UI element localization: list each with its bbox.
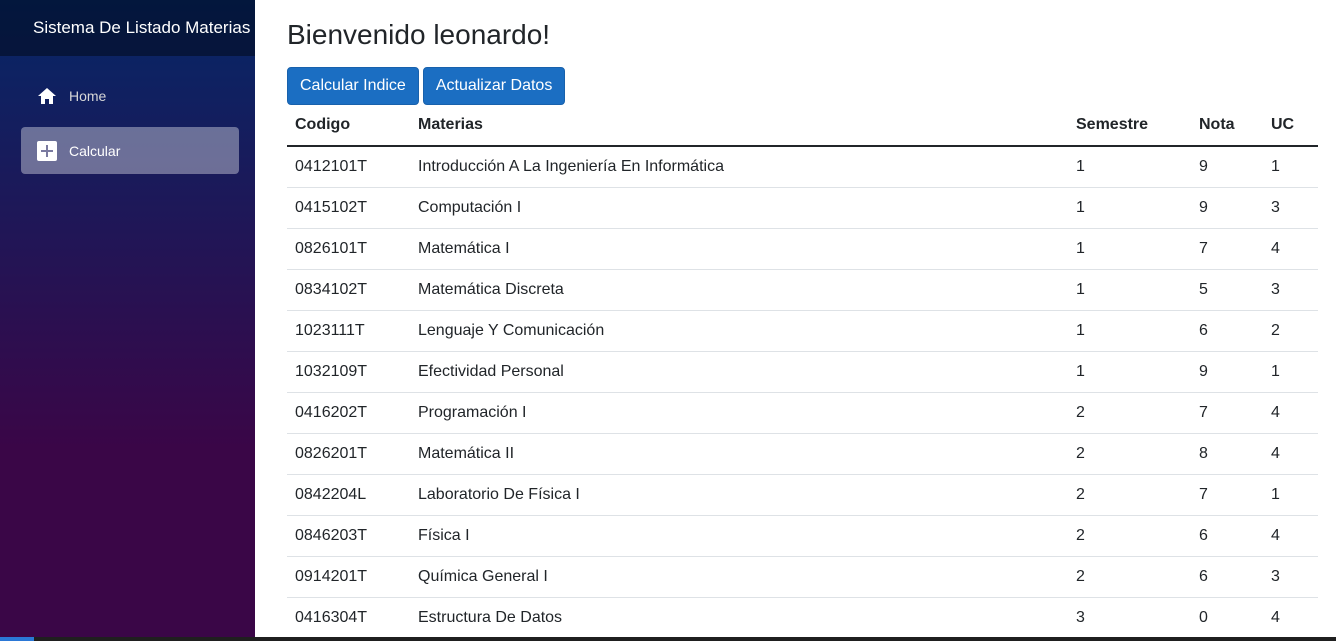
cell-codigo: 1032109T bbox=[287, 351, 410, 393]
table-row: 0834102T Matemática Discreta 1 5 3 bbox=[287, 269, 1318, 311]
cell-uc: 4 bbox=[1263, 392, 1318, 434]
cell-materia: Física I bbox=[410, 515, 1068, 557]
cell-codigo: 0834102T bbox=[287, 269, 410, 311]
table-row: 1023111T Lenguaje Y Comunicación 1 6 2 bbox=[287, 310, 1318, 352]
cell-semestre: 1 bbox=[1068, 187, 1191, 229]
cell-semestre: 3 bbox=[1068, 597, 1191, 639]
column-header-materias: Materias bbox=[410, 105, 1068, 147]
sidebar-item-label: Calcular bbox=[69, 142, 121, 159]
column-header-nota: Nota bbox=[1191, 105, 1263, 147]
cell-uc: 3 bbox=[1263, 556, 1318, 598]
cell-semestre: 1 bbox=[1068, 269, 1191, 311]
column-header-semestre: Semestre bbox=[1068, 105, 1191, 147]
cell-materia: Lenguaje Y Comunicación bbox=[410, 310, 1068, 352]
cell-nota: 9 bbox=[1191, 187, 1263, 229]
cell-codigo: 0415102T bbox=[287, 187, 410, 229]
cell-uc: 3 bbox=[1263, 187, 1318, 229]
table-row: 0914201T Química General I 2 6 3 bbox=[287, 556, 1318, 598]
cell-materia: Introducción A La Ingeniería En Informát… bbox=[410, 146, 1068, 188]
cell-nota: 9 bbox=[1191, 351, 1263, 393]
column-header-codigo: Codigo bbox=[287, 105, 410, 147]
cell-nota: 9 bbox=[1191, 146, 1263, 188]
cell-codigo: 0416202T bbox=[287, 392, 410, 434]
cell-uc: 4 bbox=[1263, 597, 1318, 639]
calcular-indice-button[interactable]: Calcular Indice bbox=[287, 67, 419, 105]
cell-nota: 7 bbox=[1191, 228, 1263, 270]
actualizar-datos-button[interactable]: Actualizar Datos bbox=[422, 67, 566, 105]
cell-uc: 1 bbox=[1263, 351, 1318, 393]
cell-nota: 0 bbox=[1191, 597, 1263, 639]
cell-nota: 6 bbox=[1191, 310, 1263, 352]
materias-table: Codigo Materias Semestre Nota UC 0412101… bbox=[287, 105, 1318, 639]
cell-uc: 1 bbox=[1263, 474, 1318, 516]
main-content: Bienvenido leonardo! Calcular Indice Act… bbox=[255, 0, 1336, 641]
cell-semestre: 2 bbox=[1068, 515, 1191, 557]
cell-nota: 8 bbox=[1191, 433, 1263, 475]
cell-materia: Efectividad Personal bbox=[410, 351, 1068, 393]
cell-codigo: 0412101T bbox=[287, 146, 410, 188]
plus-icon bbox=[37, 140, 57, 161]
table-row: 1032109T Efectividad Personal 1 9 1 bbox=[287, 351, 1318, 393]
sidebar: Sistema De Listado Materias Home Calcula… bbox=[0, 0, 255, 641]
cell-uc: 1 bbox=[1263, 146, 1318, 188]
table-row: 0416304T Estructura De Datos 3 0 4 bbox=[287, 597, 1318, 639]
cell-semestre: 1 bbox=[1068, 310, 1191, 352]
cell-nota: 6 bbox=[1191, 556, 1263, 598]
cell-uc: 4 bbox=[1263, 228, 1318, 270]
cell-codigo: 0914201T bbox=[287, 556, 410, 598]
cell-materia: Programación I bbox=[410, 392, 1068, 434]
cell-materia: Estructura De Datos bbox=[410, 597, 1068, 639]
table-row: 0416202T Programación I 2 7 4 bbox=[287, 392, 1318, 434]
sidebar-item-calcular[interactable]: Calcular bbox=[21, 127, 239, 174]
table-row: 0826201T Matemática II 2 8 4 bbox=[287, 433, 1318, 475]
cell-semestre: 1 bbox=[1068, 146, 1191, 188]
cell-codigo: 0826201T bbox=[287, 433, 410, 475]
table-header-row: Codigo Materias Semestre Nota UC bbox=[287, 105, 1318, 147]
sidebar-nav: Home Calcular bbox=[0, 56, 255, 174]
cell-codigo: 1023111T bbox=[287, 310, 410, 352]
cell-uc: 2 bbox=[1263, 310, 1318, 352]
sidebar-item-label: Home bbox=[69, 87, 107, 104]
cell-uc: 4 bbox=[1263, 433, 1318, 475]
column-header-uc: UC bbox=[1263, 105, 1318, 147]
app-window: Sistema De Listado Materias Home Calcula… bbox=[0, 0, 1336, 641]
cell-nota: 7 bbox=[1191, 392, 1263, 434]
table-row: 0826101T Matemática I 1 7 4 bbox=[287, 228, 1318, 270]
table-row: 0412101T Introducción A La Ingeniería En… bbox=[287, 146, 1318, 188]
cell-nota: 7 bbox=[1191, 474, 1263, 516]
cell-nota: 6 bbox=[1191, 515, 1263, 557]
cell-materia: Matemática Discreta bbox=[410, 269, 1068, 311]
cell-semestre: 2 bbox=[1068, 474, 1191, 516]
cell-materia: Matemática II bbox=[410, 433, 1068, 475]
cell-uc: 3 bbox=[1263, 269, 1318, 311]
taskbar-start-accent bbox=[0, 637, 34, 641]
cell-nota: 5 bbox=[1191, 269, 1263, 311]
cell-semestre: 2 bbox=[1068, 392, 1191, 434]
cell-semestre: 2 bbox=[1068, 433, 1191, 475]
cell-materia: Laboratorio De Física I bbox=[410, 474, 1068, 516]
cell-semestre: 1 bbox=[1068, 228, 1191, 270]
brand-title[interactable]: Sistema De Listado Materias bbox=[33, 18, 250, 38]
cell-uc: 4 bbox=[1263, 515, 1318, 557]
cell-materia: Matemática I bbox=[410, 228, 1068, 270]
cell-codigo: 0416304T bbox=[287, 597, 410, 639]
brand-bar: Sistema De Listado Materias bbox=[0, 0, 255, 56]
sidebar-item-home[interactable]: Home bbox=[21, 72, 239, 119]
home-icon bbox=[37, 86, 57, 106]
cell-codigo: 0826101T bbox=[287, 228, 410, 270]
table-row: 0846203T Física I 2 6 4 bbox=[287, 515, 1318, 557]
cell-codigo: 0842204L bbox=[287, 474, 410, 516]
cell-codigo: 0846203T bbox=[287, 515, 410, 557]
taskbar-strip bbox=[0, 637, 1336, 641]
page-title: Bienvenido leonardo! bbox=[287, 19, 551, 50]
cell-semestre: 1 bbox=[1068, 351, 1191, 393]
cell-materia: Computación I bbox=[410, 187, 1068, 229]
table-row: 0415102T Computación I 1 9 3 bbox=[287, 187, 1318, 229]
cell-semestre: 2 bbox=[1068, 556, 1191, 598]
action-bar: Calcular Indice Actualizar Datos bbox=[287, 67, 1318, 105]
table-row: 0842204L Laboratorio De Física I 2 7 1 bbox=[287, 474, 1318, 516]
cell-materia: Química General I bbox=[410, 556, 1068, 598]
